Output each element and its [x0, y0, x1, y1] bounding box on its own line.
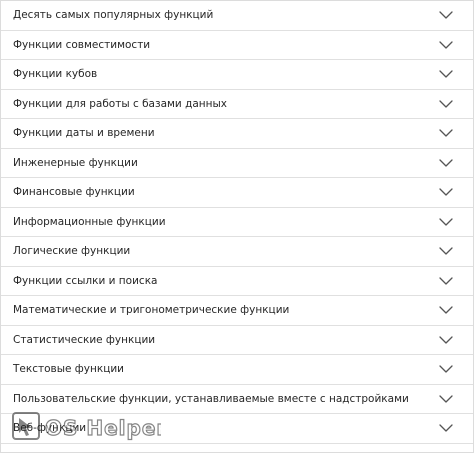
- chevron-down-icon[interactable]: [439, 41, 453, 49]
- accordion-item-label: Логические функции: [13, 245, 131, 258]
- accordion-item-label: Функции для работы с базами данных: [13, 97, 228, 110]
- accordion-item-engineering[interactable]: Инженерные функции: [1, 149, 473, 178]
- accordion-item-top-ten[interactable]: Десять самых популярных функций: [1, 1, 473, 31]
- chevron-down-icon[interactable]: [439, 336, 453, 344]
- chevron-down-icon[interactable]: [439, 11, 453, 19]
- functions-accordion: Десять самых популярных функций Функции …: [1, 1, 473, 452]
- accordion-item-label: Статистические функции: [13, 333, 156, 346]
- accordion-item-date-time[interactable]: Функции даты и времени: [1, 119, 473, 149]
- functions-panel: Десять самых популярных функций Функции …: [0, 0, 474, 453]
- accordion-item-logical[interactable]: Логические функции: [1, 237, 473, 267]
- accordion-item-lookup-reference[interactable]: Функции ссылки и поиска: [1, 267, 473, 296]
- accordion-item-label: Функции совместимости: [13, 38, 151, 51]
- accordion-item-label: Финансовые функции: [13, 186, 135, 199]
- accordion-item-cube[interactable]: Функции кубов: [1, 60, 473, 90]
- accordion-item-label: Функции ссылки и поиска: [13, 274, 158, 287]
- accordion-item-label: Десять самых популярных функций: [13, 9, 214, 22]
- accordion-item-label: Пользовательские функции, устанавливаемы…: [13, 392, 409, 405]
- accordion-item-information[interactable]: Информационные функции: [1, 208, 473, 237]
- chevron-down-icon[interactable]: [439, 129, 453, 137]
- accordion-item-label: Веб-функции: [13, 422, 87, 435]
- accordion-item-compatibility[interactable]: Функции совместимости: [1, 31, 473, 60]
- chevron-down-icon[interactable]: [439, 365, 453, 373]
- accordion-item-label: Математические и тригонометрические функ…: [13, 304, 290, 317]
- accordion-item-statistical[interactable]: Статистические функции: [1, 326, 473, 355]
- accordion-item-database[interactable]: Функции для работы с базами данных: [1, 90, 473, 119]
- accordion-item-financial[interactable]: Финансовые функции: [1, 178, 473, 208]
- chevron-down-icon[interactable]: [439, 277, 453, 285]
- accordion-item-label: Текстовые функции: [13, 363, 124, 376]
- accordion-item-math-trig[interactable]: Математические и тригонометрические функ…: [1, 296, 473, 326]
- accordion-item-label: Информационные функции: [13, 215, 166, 228]
- accordion-item-web[interactable]: Веб-функции: [1, 414, 473, 444]
- chevron-down-icon[interactable]: [439, 424, 453, 432]
- accordion-item-label: Функции даты и времени: [13, 127, 155, 140]
- chevron-down-icon[interactable]: [439, 70, 453, 78]
- accordion-item-label: Функции кубов: [13, 68, 98, 81]
- accordion-item-user-defined[interactable]: Пользовательские функции, устанавливаемы…: [1, 385, 473, 414]
- chevron-down-icon[interactable]: [439, 395, 453, 403]
- chevron-down-icon[interactable]: [439, 100, 453, 108]
- chevron-down-icon[interactable]: [439, 188, 453, 196]
- chevron-down-icon[interactable]: [439, 159, 453, 167]
- chevron-down-icon[interactable]: [439, 247, 453, 255]
- accordion-item-label: Инженерные функции: [13, 156, 138, 169]
- chevron-down-icon[interactable]: [439, 306, 453, 314]
- accordion-item-text[interactable]: Текстовые функции: [1, 355, 473, 385]
- chevron-down-icon[interactable]: [439, 218, 453, 226]
